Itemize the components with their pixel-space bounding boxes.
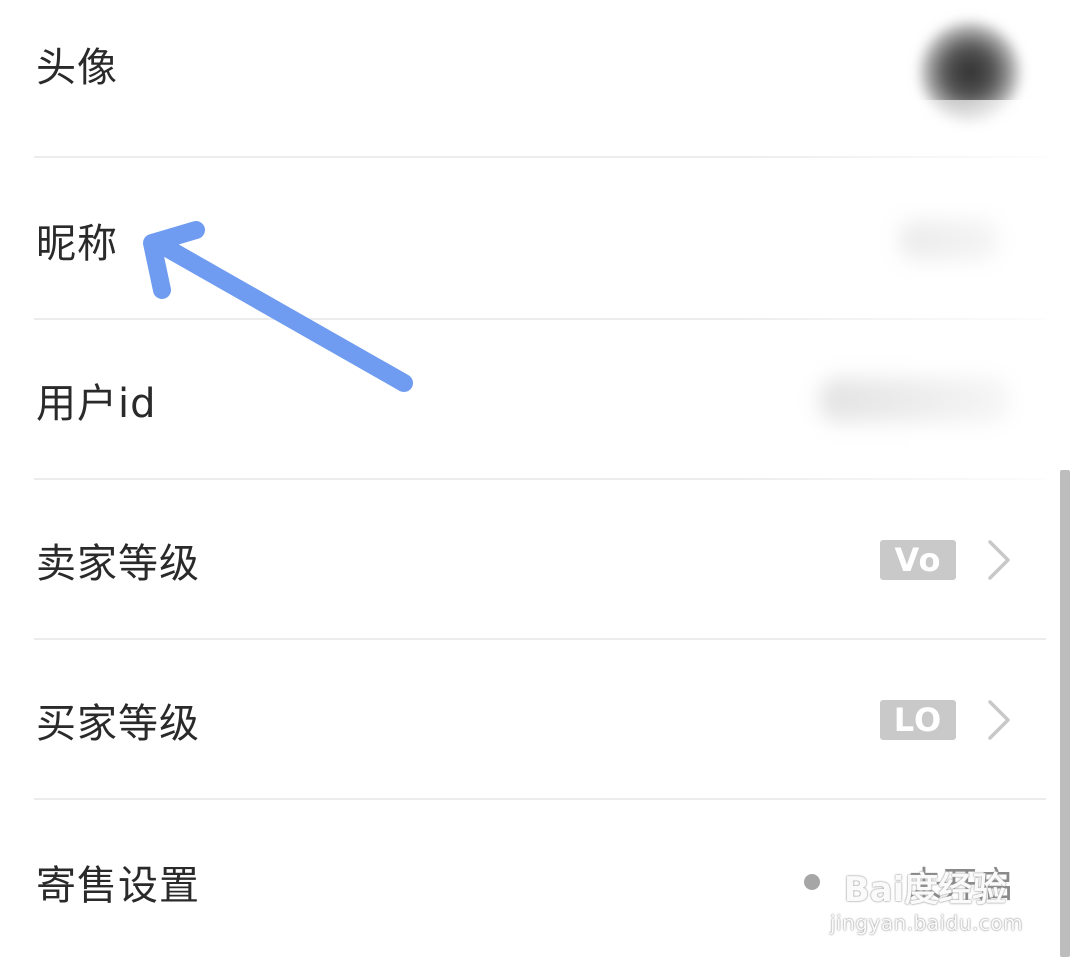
row-label-avatar: 头像 bbox=[36, 45, 118, 91]
settings-row-nickname[interactable]: 昵称 bbox=[0, 160, 1060, 320]
chevron-right-icon bbox=[988, 540, 1010, 580]
row-label-seller-level: 卖家等级 bbox=[36, 541, 200, 587]
buyer-level-badge: LO bbox=[880, 700, 956, 740]
baidu-jingyan-watermark: Bai度经验 jingyan.baidu.com bbox=[830, 862, 1024, 935]
settings-row-avatar[interactable]: 头像 bbox=[0, 0, 1060, 160]
seller-level-badge: Vo bbox=[880, 540, 956, 580]
nickname-value-blurred bbox=[900, 220, 1000, 260]
status-dot bbox=[804, 874, 820, 890]
row-label-buyer-level: 买家等级 bbox=[36, 701, 200, 747]
row-label-consignment: 寄售设置 bbox=[36, 863, 200, 909]
divider bbox=[34, 156, 1046, 158]
chevron-right-icon bbox=[988, 700, 1010, 740]
settings-row-seller-level[interactable]: 卖家等级 Vo bbox=[0, 480, 1060, 640]
row-label-nickname: 昵称 bbox=[36, 221, 118, 267]
scrollbar[interactable] bbox=[1060, 470, 1070, 957]
settings-row-user-id[interactable]: 用户id bbox=[0, 320, 1060, 480]
avatar[interactable] bbox=[920, 22, 1020, 122]
row-label-user-id: 用户id bbox=[36, 381, 157, 427]
watermark-logo: Bai度经验 bbox=[843, 870, 1007, 910]
profile-settings-screen: 头像 昵称 用户id 卖家等级 Vo 买家等级 LO 寄售设置 未开启 Bai度… bbox=[0, 0, 1080, 957]
settings-row-buyer-level[interactable]: 买家等级 LO bbox=[0, 640, 1060, 800]
user-id-value-blurred bbox=[820, 378, 1010, 422]
watermark-url: jingyan.baidu.com bbox=[830, 911, 1024, 935]
